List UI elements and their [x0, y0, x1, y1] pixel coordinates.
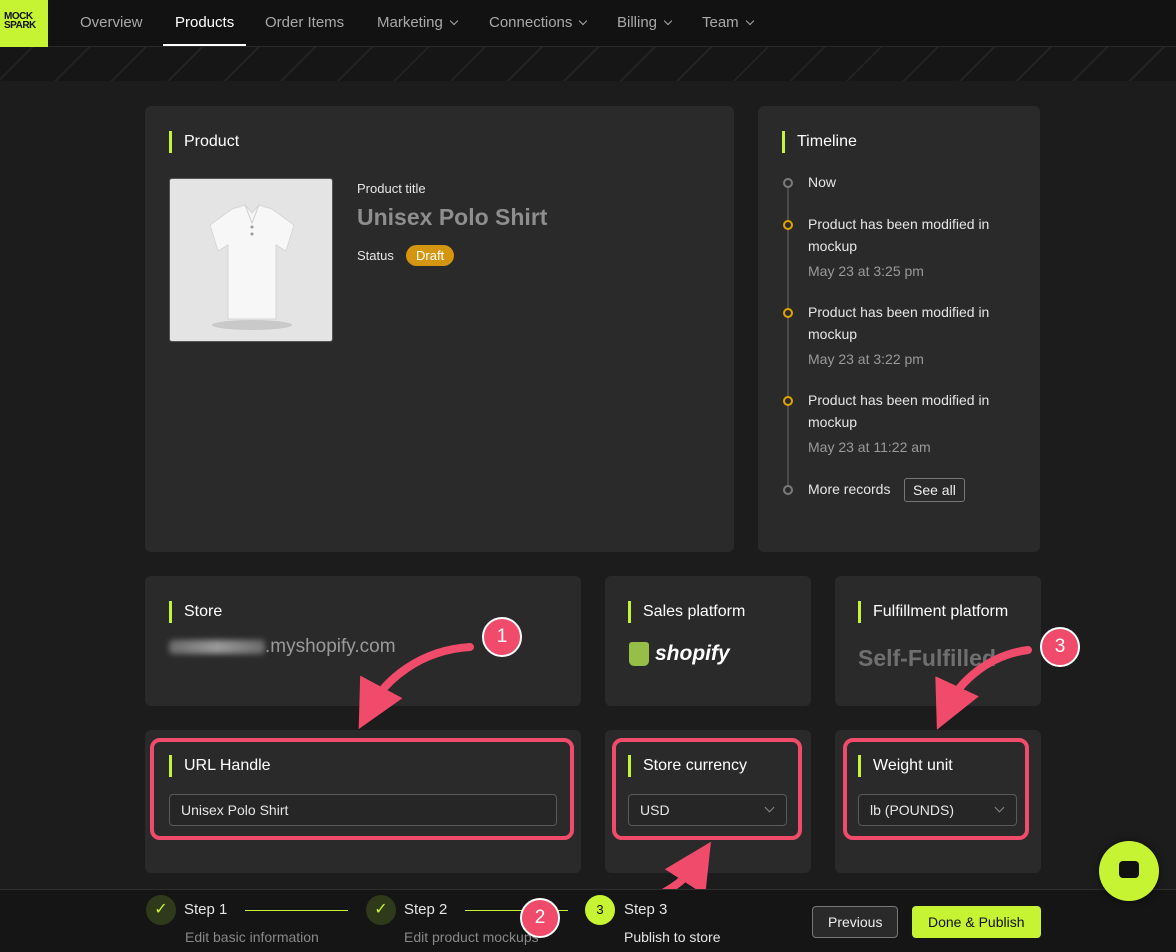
annotation-number-3: 3 — [1040, 627, 1080, 667]
step-1-sub: Edit basic information — [185, 929, 319, 945]
step-3-sub: Publish to store — [624, 929, 721, 945]
step-3-indicator: 3 — [585, 895, 615, 925]
annotation-arrows — [358, 643, 1032, 919]
previous-button[interactable]: Previous — [812, 906, 899, 938]
check-icon: ✓ — [146, 895, 176, 925]
done-publish-button[interactable]: Done & Publish — [912, 906, 1041, 938]
step-2-sub: Edit product mockups — [404, 929, 539, 945]
chat-button[interactable] — [1099, 841, 1159, 901]
chat-icon — [1119, 861, 1139, 878]
annotation-number-2: 2 — [520, 898, 560, 938]
check-icon: ✓ — [366, 895, 396, 925]
annotation-number-1: 1 — [482, 617, 522, 657]
step-2-label[interactable]: Step 2 — [404, 901, 447, 918]
step-3-label[interactable]: Step 3 — [624, 901, 667, 918]
step-1-label[interactable]: Step 1 — [184, 901, 227, 918]
step-connector — [245, 910, 348, 911]
app-root: { "brand": {"logo_text": "MOCK SPARK", "… — [0, 0, 1176, 952]
